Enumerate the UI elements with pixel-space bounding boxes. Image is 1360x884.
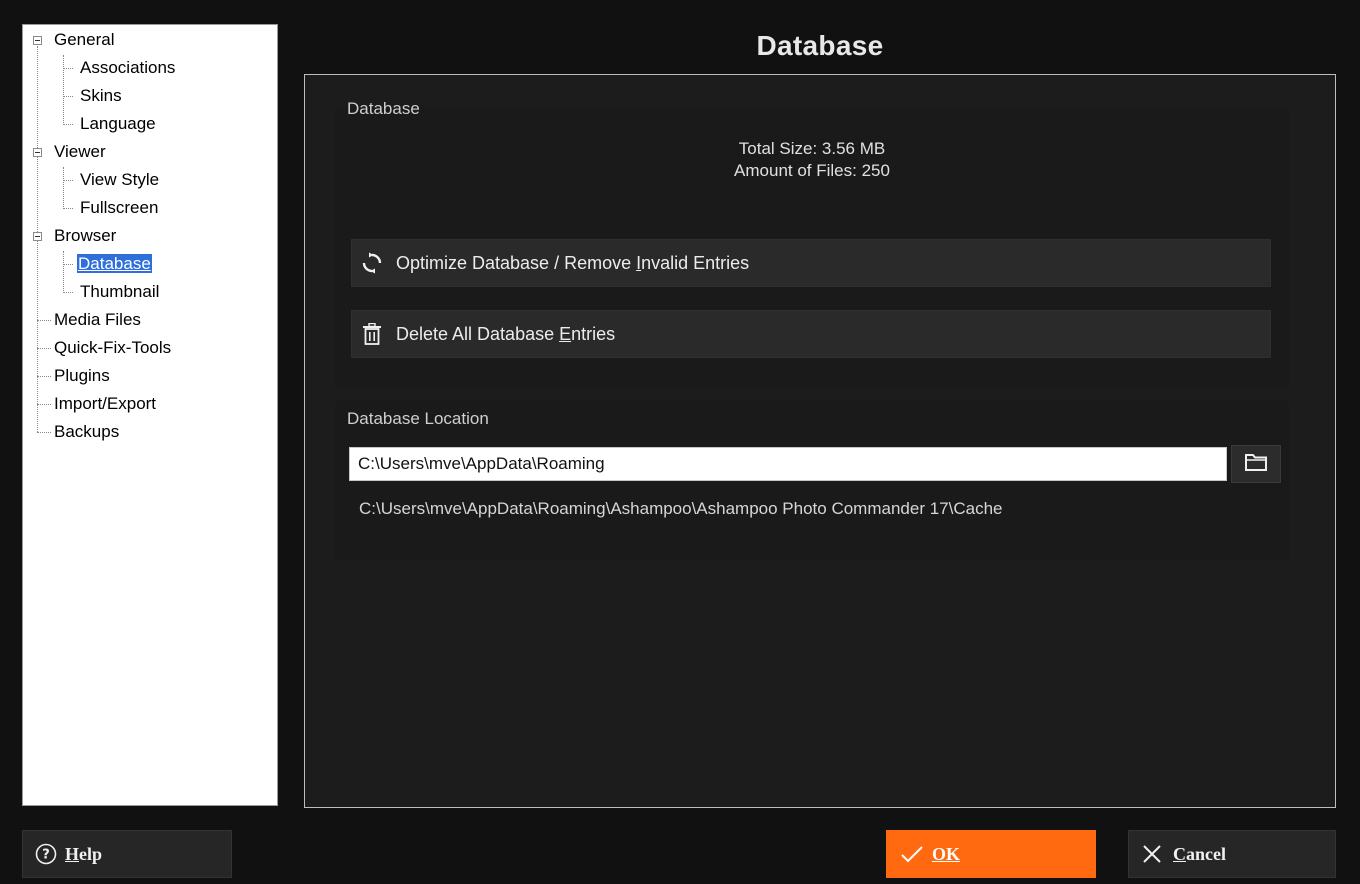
tree-line bbox=[63, 180, 73, 181]
tree-item-browser[interactable]: Browser bbox=[53, 223, 117, 249]
cancel-label: Cancel bbox=[1173, 844, 1226, 865]
help-button[interactable]: ? Help bbox=[22, 830, 232, 878]
tree-item-label: Import/Export bbox=[54, 394, 157, 413]
tree-line bbox=[37, 432, 51, 433]
tree-item-label: Fullscreen bbox=[80, 198, 159, 217]
tree-item-import-export[interactable]: Import/Export bbox=[53, 391, 157, 417]
tree-item-label: Skins bbox=[80, 86, 122, 105]
label-part: nvalid Entries bbox=[641, 252, 750, 273]
tree-item-label: Thumbnail bbox=[80, 282, 160, 301]
ok-button[interactable]: OK bbox=[886, 830, 1096, 878]
tree-line bbox=[37, 348, 51, 349]
expander-minus-icon[interactable] bbox=[33, 148, 42, 157]
folder-icon bbox=[1244, 452, 1268, 477]
tree-item-label: Viewer bbox=[54, 142, 106, 161]
label-accel: O bbox=[932, 843, 947, 864]
tree-item-label: Media Files bbox=[54, 310, 141, 329]
optimize-database-button[interactable]: Optimize Database / Remove Invalid Entri… bbox=[351, 239, 1271, 287]
refresh-icon bbox=[360, 251, 384, 275]
tree-line bbox=[63, 124, 73, 125]
tree-line bbox=[37, 376, 51, 377]
cancel-button[interactable]: Cancel bbox=[1128, 830, 1336, 878]
label-accel: E bbox=[559, 323, 572, 344]
ok-label: OK bbox=[932, 844, 960, 865]
label-part: Delete All Database bbox=[396, 323, 560, 344]
help-label: Help bbox=[65, 844, 102, 865]
tree-item-label: Plugins bbox=[54, 366, 110, 385]
tree-item-label: View Style bbox=[80, 170, 160, 189]
tree-item-language[interactable]: Language bbox=[79, 111, 157, 137]
tree-line bbox=[63, 251, 64, 291]
tree-item-label: Backups bbox=[54, 422, 120, 441]
tree-item-media-files[interactable]: Media Files bbox=[53, 307, 142, 333]
tree-line bbox=[63, 208, 73, 209]
tree-line bbox=[63, 292, 73, 293]
group-title: Database Location bbox=[347, 409, 489, 428]
check-icon bbox=[900, 844, 924, 864]
database-group: Database Total Size: 3.56 MB Amount of F… bbox=[335, 99, 1289, 389]
tree-line bbox=[37, 320, 51, 321]
tree-line bbox=[63, 68, 73, 69]
tree-item-backups[interactable]: Backups bbox=[53, 419, 120, 445]
label-accel: H bbox=[65, 843, 80, 864]
tree-item-fullscreen[interactable]: Fullscreen bbox=[79, 195, 159, 221]
group-title: Database bbox=[347, 99, 420, 118]
tree-line bbox=[63, 167, 64, 207]
close-icon bbox=[1141, 843, 1163, 865]
tree-item-skins[interactable]: Skins bbox=[79, 83, 123, 109]
trash-icon bbox=[360, 322, 384, 346]
database-path-input[interactable] bbox=[349, 447, 1227, 481]
settings-tree[interactable]: General Associations Skins Language View… bbox=[22, 24, 278, 806]
tree-item-quick-fix-tools[interactable]: Quick-Fix-Tools bbox=[53, 335, 172, 361]
file-count-text: Amount of Files: 250 bbox=[734, 161, 890, 180]
tree-item-plugins[interactable]: Plugins bbox=[53, 363, 111, 389]
browse-folder-button[interactable] bbox=[1231, 445, 1281, 483]
tree-line bbox=[63, 264, 73, 265]
delete-label: Delete All Database Entries bbox=[396, 324, 615, 345]
label-part: Optimize Database / Remove bbox=[396, 252, 637, 273]
database-location-group: Database Location C:\Users\mve\AppData\R… bbox=[335, 401, 1289, 561]
settings-panel: Database Total Size: 3.56 MB Amount of F… bbox=[304, 74, 1336, 808]
tree-item-label: General bbox=[54, 30, 115, 49]
expander-minus-icon[interactable] bbox=[33, 232, 42, 241]
tree-item-label: Associations bbox=[80, 58, 176, 77]
tree-line bbox=[63, 96, 73, 97]
tree-item-associations[interactable]: Associations bbox=[79, 55, 176, 81]
tree-item-label: Language bbox=[80, 114, 156, 133]
label-part: ancel bbox=[1186, 843, 1226, 864]
label-accel: C bbox=[1173, 843, 1186, 864]
label-part: elp bbox=[79, 843, 103, 864]
tree-item-label: Quick-Fix-Tools bbox=[54, 338, 172, 357]
tree-item-viewer[interactable]: Viewer bbox=[53, 139, 107, 165]
tree-line bbox=[63, 55, 64, 123]
page-title: Database bbox=[756, 30, 884, 61]
expander-minus-icon[interactable] bbox=[33, 36, 42, 45]
help-circle-icon: ? bbox=[35, 843, 57, 865]
tree-item-label: Browser bbox=[54, 226, 117, 245]
tree-item-view-style[interactable]: View Style bbox=[79, 167, 160, 193]
svg-text:?: ? bbox=[42, 848, 50, 863]
label-part: K bbox=[946, 843, 961, 864]
tree-item-general[interactable]: General bbox=[53, 27, 115, 53]
optimize-label: Optimize Database / Remove Invalid Entri… bbox=[396, 253, 749, 274]
tree-line bbox=[37, 404, 51, 405]
label-part: ntries bbox=[571, 323, 616, 344]
tree-item-label: Database bbox=[76, 253, 153, 274]
delete-database-entries-button[interactable]: Delete All Database Entries bbox=[351, 310, 1271, 358]
total-size-text: Total Size: 3.56 MB bbox=[738, 139, 886, 158]
tree-item-database[interactable]: Database bbox=[76, 251, 153, 277]
full-path-text: C:\Users\mve\AppData\Roaming\Ashampoo\As… bbox=[359, 499, 1003, 518]
tree-item-thumbnail[interactable]: Thumbnail bbox=[79, 279, 160, 305]
